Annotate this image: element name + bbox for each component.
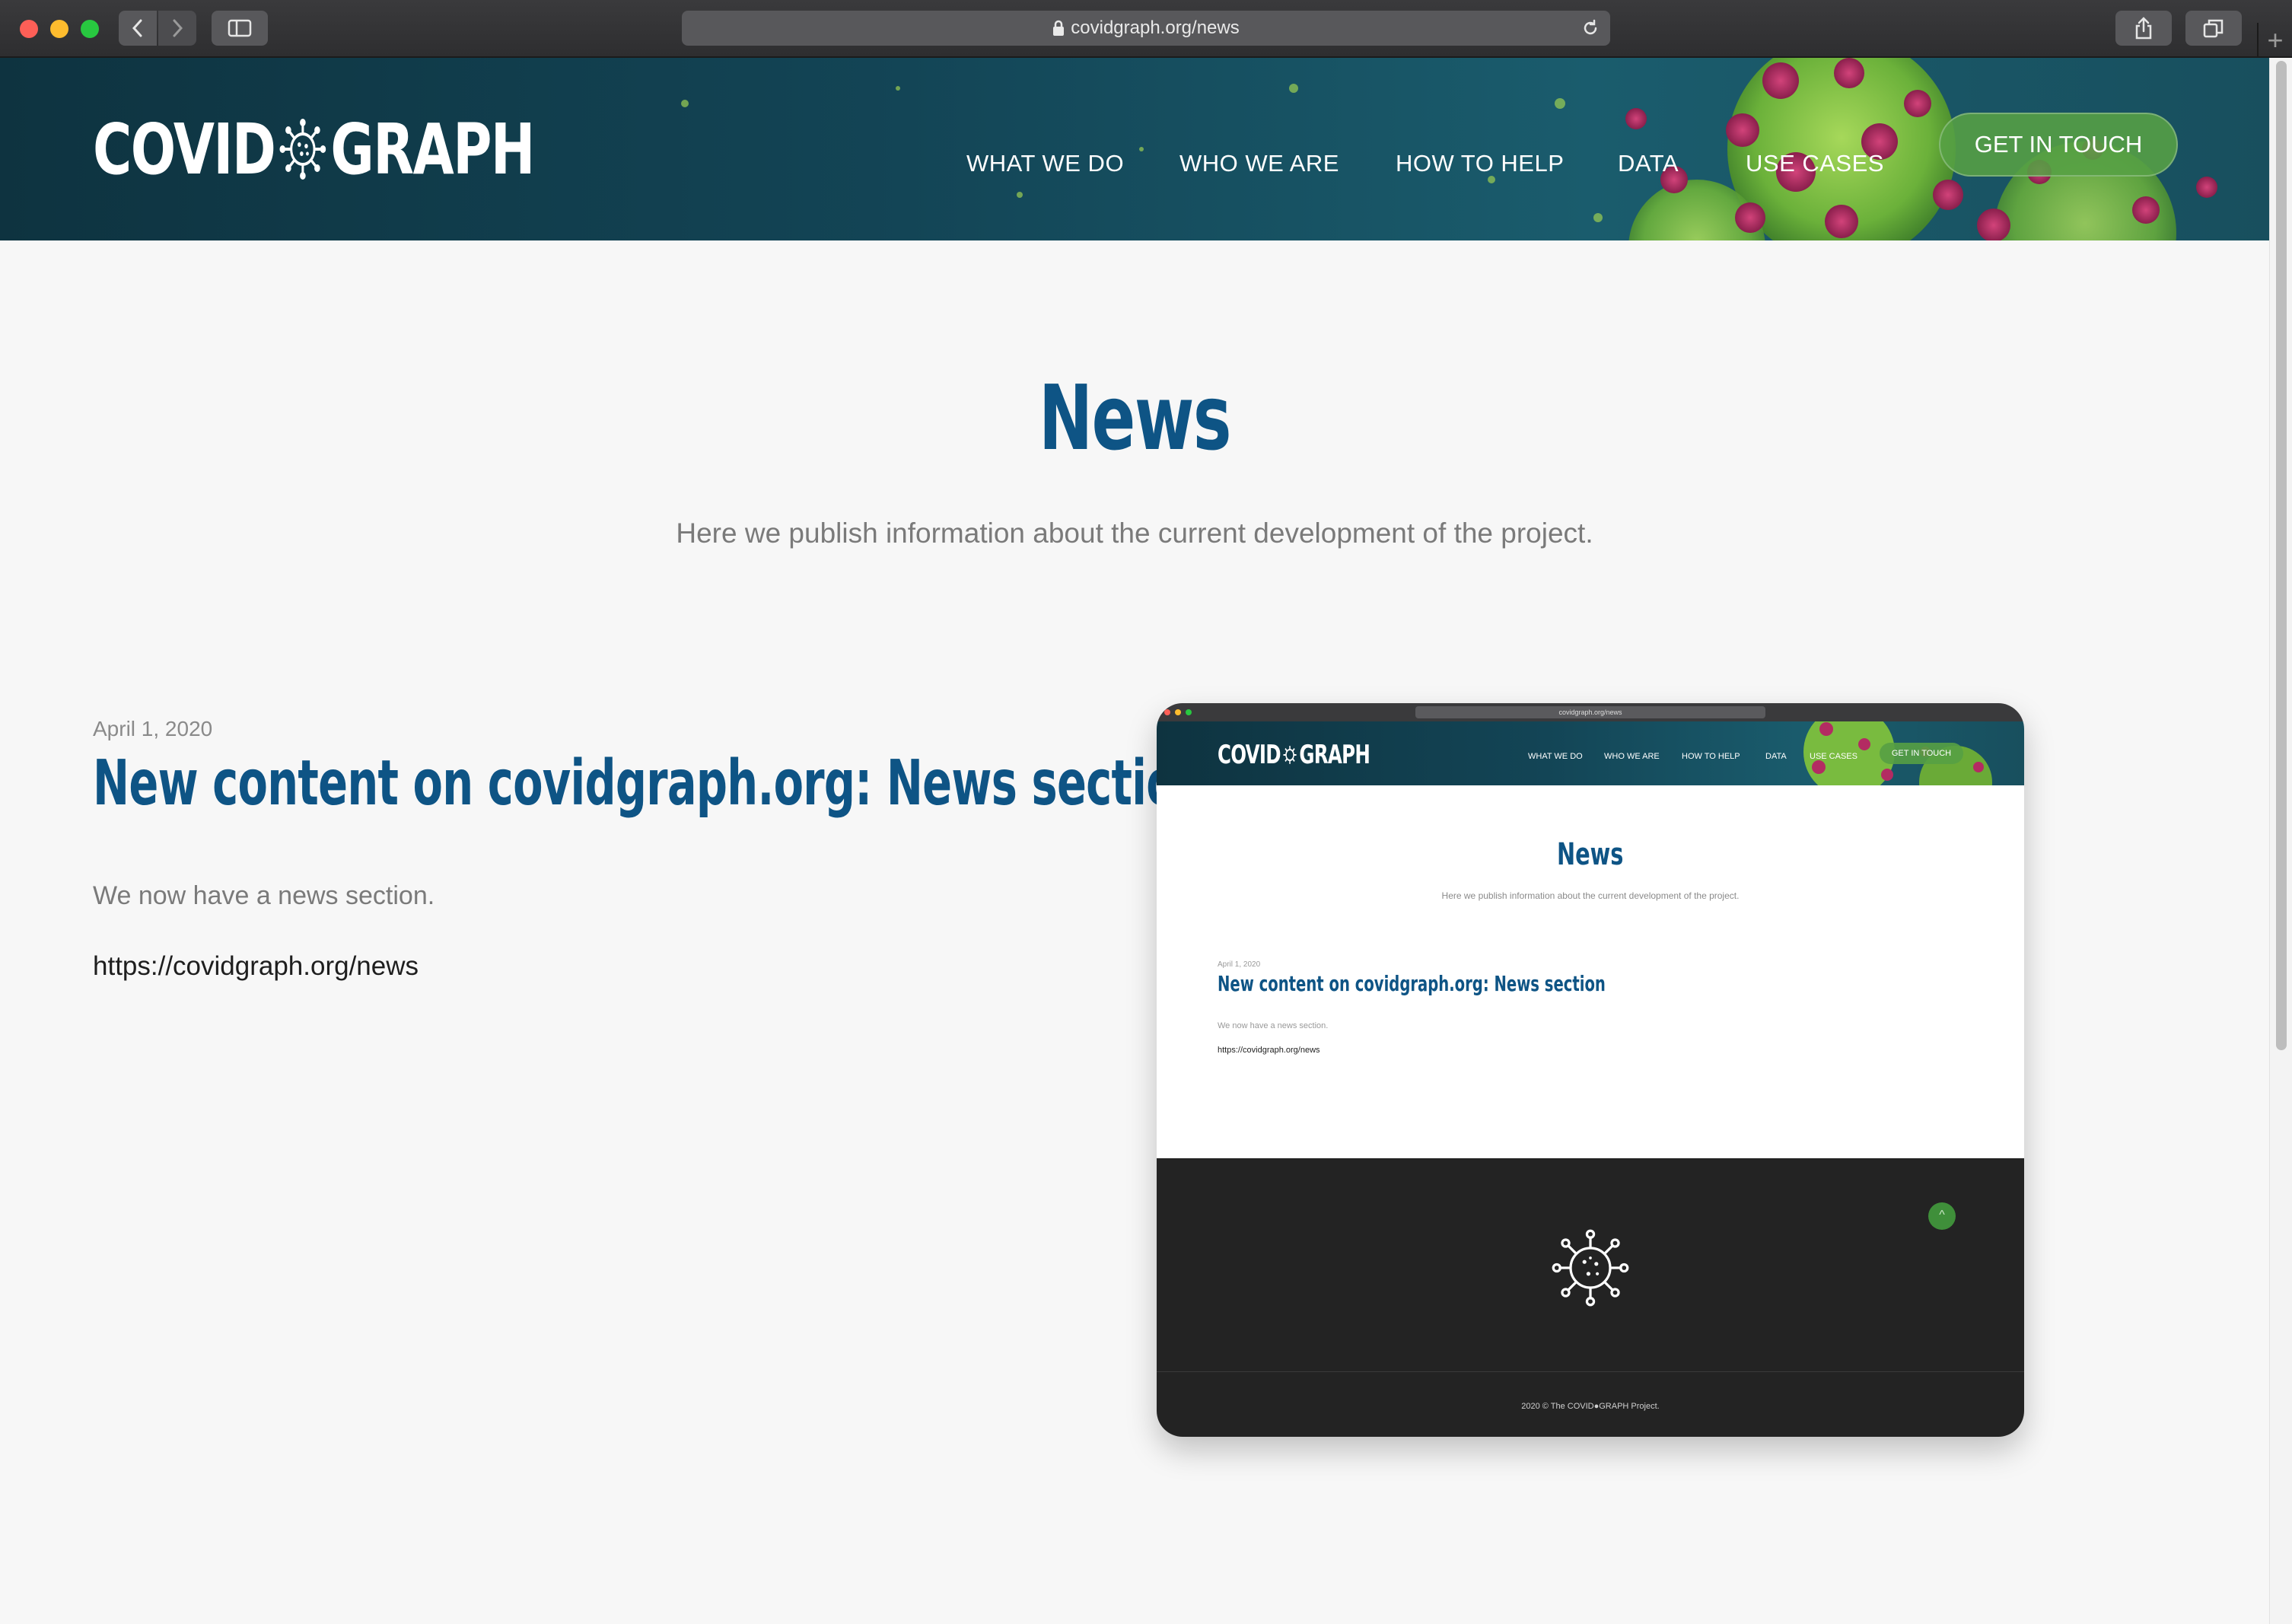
thumb-nav-item: WHO WE ARE: [1604, 752, 1660, 761]
nav-data[interactable]: DATA: [1618, 145, 1679, 183]
zoom-window-button[interactable]: [81, 20, 99, 38]
thumb-scroll-top-icon: ^: [1928, 1202, 1956, 1230]
thumb-cta: GET IN TOUCH: [1880, 743, 1963, 764]
back-icon: [132, 19, 142, 37]
thumb-url: covidgraph.org/news: [1415, 706, 1765, 718]
page-scrollbar[interactable]: [2269, 58, 2292, 1624]
scrollbar-thumb[interactable]: [2276, 61, 2287, 1050]
thumb-post-summary: We now have a news section.: [1218, 1021, 1329, 1030]
thumb-logo: COVID GRAPH: [1218, 740, 1370, 770]
thumb-post-link: https://covidgraph.org/news: [1218, 1046, 1320, 1055]
share-button[interactable]: [2115, 11, 2172, 46]
url-text: covidgraph.org/news: [1071, 18, 1240, 38]
get-in-touch-button[interactable]: GET IN TOUCH: [1939, 113, 2178, 177]
new-tab-icon[interactable]: +: [2257, 23, 2292, 58]
thumb-nav-item: USE CASES: [1810, 752, 1857, 761]
thumb-nav-item: DATA: [1765, 752, 1787, 761]
nav-who-we-are[interactable]: WHO WE ARE: [1179, 145, 1339, 183]
thumb-nav-item: WHAT WE DO: [1528, 752, 1583, 761]
post-date: April 1, 2020: [93, 717, 213, 740]
site-header: COVID GRAPH WHAT WE DO WHO WE ARE HOW TO…: [0, 58, 2269, 240]
share-icon: [2135, 17, 2152, 40]
main-navigation: WHAT WE DO WHO WE ARE HOW TO HELP DATA U…: [0, 145, 2269, 183]
back-button[interactable]: [119, 11, 157, 46]
forward-button[interactable]: [158, 11, 196, 46]
thumb-browser-toolbar: covidgraph.org/news: [1157, 703, 2024, 721]
thumb-post-title: New content on covidgraph.org: News sect…: [1218, 971, 1606, 996]
minimize-window-button[interactable]: [50, 20, 68, 38]
lock-icon: [1053, 20, 1065, 36]
page-title: News: [1038, 365, 1231, 470]
page-intro: Here we publish information about the cu…: [676, 517, 1593, 549]
post-thumbnail-screenshot: covidgraph.org/news COVID GRAPH WHAT WE …: [1157, 703, 2024, 1437]
thumb-page-title: News: [1557, 837, 1624, 872]
show-tabs-button[interactable]: [2185, 11, 2242, 46]
thumb-nav-item: HOW TO HELP: [1682, 752, 1740, 761]
nav-use-cases[interactable]: USE CASES: [1746, 145, 1884, 183]
thumb-copyright: 2020 © The COVID●GRAPH Project.: [1521, 1402, 1660, 1411]
post-link[interactable]: https://covidgraph.org/news: [93, 951, 419, 982]
thumb-virus-icon: [1552, 1229, 1629, 1307]
close-window-button[interactable]: [20, 20, 38, 38]
sidebar-icon: [228, 19, 252, 37]
thumb-page-intro: Here we publish information about the cu…: [1441, 890, 1740, 901]
address-bar[interactable]: covidgraph.org/news: [682, 11, 1610, 46]
nav-what-we-do[interactable]: WHAT WE DO: [966, 145, 1124, 183]
reload-icon[interactable]: [1581, 19, 1600, 37]
post-summary: We now have a news section.: [93, 881, 435, 910]
thumb-site-header: COVID GRAPH WHAT WE DO WHO WE ARE HOW TO…: [1157, 721, 2024, 785]
thumb-footer: ^ 2020 © The COVID●GRAPH Project.: [1157, 1158, 2024, 1437]
forward-icon: [173, 19, 183, 37]
nav-how-to-help[interactable]: HOW TO HELP: [1396, 145, 1564, 183]
thumb-post-date: April 1, 2020: [1218, 960, 1261, 969]
browser-toolbar: covidgraph.org/news +: [0, 0, 2292, 58]
tabs-icon: [2203, 19, 2224, 38]
sidebar-toggle-button[interactable]: [212, 11, 268, 46]
